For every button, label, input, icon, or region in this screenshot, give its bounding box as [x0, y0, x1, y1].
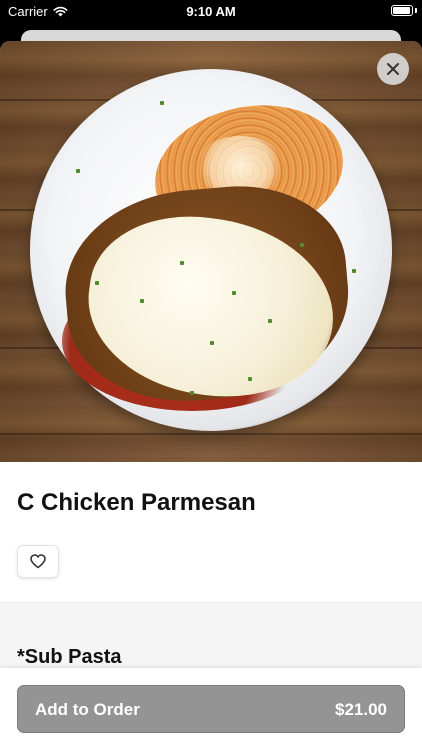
battery-level: [393, 7, 411, 14]
battery-tip: [415, 8, 417, 13]
status-time: 9:10 AM: [186, 4, 236, 19]
close-button[interactable]: [377, 53, 409, 85]
status-bar: Carrier 9:10 AM: [0, 0, 422, 24]
favorite-button[interactable]: [17, 545, 59, 578]
battery-icon: [391, 5, 413, 16]
item-detail-sheet: C Chicken Parmesan *Sub Pasta Add to Ord…: [0, 41, 422, 750]
item-photo: [0, 41, 422, 462]
price-label: $21.00: [335, 700, 387, 719]
heart-outline-icon: [30, 554, 46, 569]
add-to-order-label: Add to Order: [35, 700, 140, 719]
add-to-order-button[interactable]: Add to Order $21.00: [17, 685, 405, 733]
order-footer: Add to Order $21.00: [0, 668, 422, 750]
item-title: C Chicken Parmesan: [17, 489, 256, 516]
close-icon: [387, 63, 399, 75]
section-title: *Sub Pasta: [17, 646, 122, 668]
